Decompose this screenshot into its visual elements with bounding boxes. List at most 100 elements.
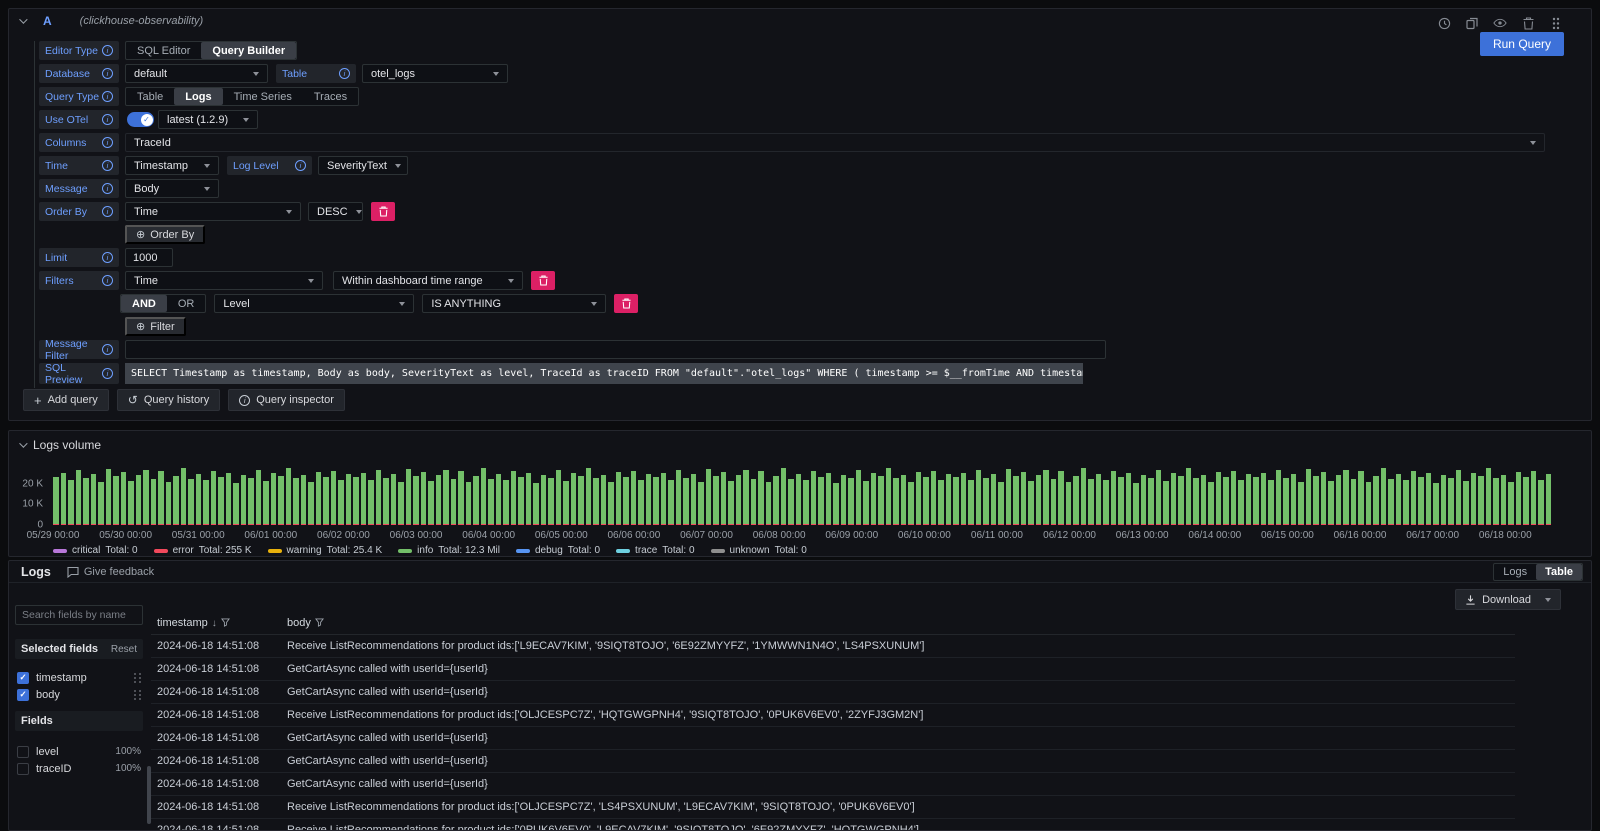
table-row[interactable]: 2024-06-18 14:51:08GetCartAsync called w… (151, 750, 1515, 773)
volume-bar (211, 463, 217, 525)
table-select[interactable]: otel_logs (362, 64, 508, 83)
hide-response-eye-icon[interactable] (1493, 16, 1507, 30)
info-icon[interactable] (102, 160, 113, 171)
legend-item-unknown[interactable]: unknownTotal: 0 (711, 545, 807, 556)
conjunction-option-and[interactable]: AND (121, 295, 167, 312)
give-feedback-link[interactable]: Give feedback (67, 566, 154, 578)
legend-item-warning[interactable]: warningTotal: 25.4 K (268, 545, 383, 556)
timestamp-column-header[interactable]: timestamp (157, 617, 208, 629)
volume-bar (698, 463, 704, 525)
remove-order-by-trash-button[interactable] (371, 202, 395, 221)
filter-field-select[interactable]: Time (125, 271, 323, 290)
logs-volume-title[interactable]: Logs volume (9, 431, 1591, 452)
table-row[interactable]: 2024-06-18 14:51:08Receive ListRecommend… (151, 635, 1515, 658)
legend-item-trace[interactable]: traceTotal: 0 (616, 545, 694, 556)
query-type-option-time-series[interactable]: Time Series (223, 88, 303, 105)
filter-condition-field-select[interactable]: Level (214, 294, 414, 313)
query-inspector-button[interactable]: Query inspector (228, 389, 345, 411)
info-icon[interactable] (102, 252, 113, 263)
filter-funnel-icon[interactable] (315, 618, 324, 627)
legend-item-info[interactable]: infoTotal: 12.3 Mil (398, 545, 500, 556)
drag-handle-icon[interactable] (134, 673, 141, 683)
log-level-select[interactable]: SeverityText (318, 156, 408, 175)
order-by-direction-select[interactable]: DESC (308, 202, 363, 221)
info-icon[interactable] (102, 183, 113, 194)
filter-condition-operator-select[interactable]: IS ANYTHING (422, 294, 606, 313)
info-icon[interactable] (102, 137, 113, 148)
drag-handle-icon[interactable] (134, 690, 141, 700)
table-row[interactable]: 2024-06-18 14:51:08GetCartAsync called w… (151, 773, 1515, 796)
body-column-header[interactable]: body (287, 617, 311, 629)
info-icon[interactable] (102, 344, 113, 355)
bar-info-segment (968, 480, 974, 524)
checkbox-unchecked[interactable] (17, 763, 29, 775)
query-history-button[interactable]: Query history (117, 389, 220, 411)
info-icon[interactable] (102, 114, 113, 125)
database-select[interactable]: default (125, 64, 268, 83)
collapse-chevron-icon[interactable] (19, 15, 27, 23)
conjunction-option-or[interactable]: OR (167, 295, 206, 312)
bar-error-segment (638, 524, 644, 525)
remove-query-trash-icon[interactable] (1521, 16, 1535, 30)
query-type-option-traces[interactable]: Traces (303, 88, 358, 105)
info-icon[interactable] (339, 68, 350, 79)
info-icon[interactable] (102, 368, 113, 379)
bar-error-segment (593, 524, 599, 525)
query-ref-id[interactable]: A (43, 14, 52, 28)
reset-button[interactable]: Reset (111, 644, 137, 655)
remove-filter-trash-button[interactable] (531, 271, 555, 290)
duplicate-icon[interactable] (1465, 16, 1479, 30)
view-option-logs[interactable]: Logs (1494, 564, 1536, 580)
info-icon[interactable] (102, 68, 113, 79)
search-fields-input[interactable] (15, 605, 143, 625)
legend-item-critical[interactable]: criticalTotal: 0 (53, 545, 138, 556)
download-button[interactable]: Download (1455, 589, 1561, 610)
checkbox-checked[interactable] (17, 689, 29, 701)
filter-funnel-icon[interactable] (221, 618, 230, 627)
legend-item-error[interactable]: errorTotal: 255 K (154, 545, 252, 556)
body-cell: Receive ListRecommendations for product … (277, 709, 1515, 721)
editor-type-option-sql-editor[interactable]: SQL Editor (126, 42, 201, 59)
limit-input[interactable] (125, 248, 173, 267)
remove-condition-trash-button[interactable] (614, 294, 638, 313)
legend-item-debug[interactable]: debugTotal: 0 (516, 545, 600, 556)
volume-bar (91, 463, 97, 525)
info-icon[interactable] (102, 45, 113, 56)
bar-info-segment (301, 475, 307, 524)
add-query-button[interactable]: Add query (23, 389, 109, 411)
query-type-option-logs[interactable]: Logs (174, 88, 222, 105)
info-icon[interactable] (102, 91, 113, 102)
add-order-by-button[interactable]: Order By (125, 225, 205, 244)
filter-operator-select[interactable]: Within dashboard time range (333, 271, 523, 290)
checkbox-unchecked[interactable] (17, 746, 29, 758)
chevron-down-icon (308, 279, 314, 283)
drag-handle-icon[interactable] (1549, 16, 1563, 30)
columns-multiselect[interactable]: TraceId (125, 133, 1545, 152)
bar-info-segment (773, 476, 779, 524)
bar-error-segment (683, 524, 689, 525)
info-icon[interactable] (102, 206, 113, 217)
use-otel-toggle[interactable] (127, 112, 154, 127)
table-row[interactable]: 2024-06-18 14:51:08GetCartAsync called w… (151, 681, 1515, 704)
volume-bar (316, 463, 322, 525)
time-column-select[interactable]: Timestamp (125, 156, 219, 175)
table-row[interactable]: 2024-06-18 14:51:08Receive ListRecommend… (151, 796, 1515, 819)
sort-descending-icon[interactable] (212, 617, 217, 629)
view-option-table[interactable]: Table (1536, 564, 1582, 580)
volume-bar (1471, 463, 1477, 525)
order-by-field-select[interactable]: Time (125, 202, 301, 221)
history-icon[interactable] (1437, 16, 1451, 30)
add-filter-button[interactable]: Filter (125, 317, 186, 336)
info-icon[interactable] (102, 275, 113, 286)
editor-type-option-query-builder[interactable]: Query Builder (201, 42, 296, 59)
info-icon[interactable] (295, 160, 306, 171)
message-column-select[interactable]: Body (125, 179, 219, 198)
table-row[interactable]: 2024-06-18 14:51:08GetCartAsync called w… (151, 727, 1515, 750)
query-type-option-table[interactable]: Table (126, 88, 174, 105)
checkbox-checked[interactable] (17, 672, 29, 684)
table-row[interactable]: 2024-06-18 14:51:08Receive ListRecommend… (151, 819, 1515, 831)
table-row[interactable]: 2024-06-18 14:51:08Receive ListRecommend… (151, 704, 1515, 727)
otel-version-select[interactable]: latest (1.2.9) (158, 110, 258, 129)
table-row[interactable]: 2024-06-18 14:51:08GetCartAsync called w… (151, 658, 1515, 681)
message-filter-input[interactable] (125, 340, 1106, 359)
